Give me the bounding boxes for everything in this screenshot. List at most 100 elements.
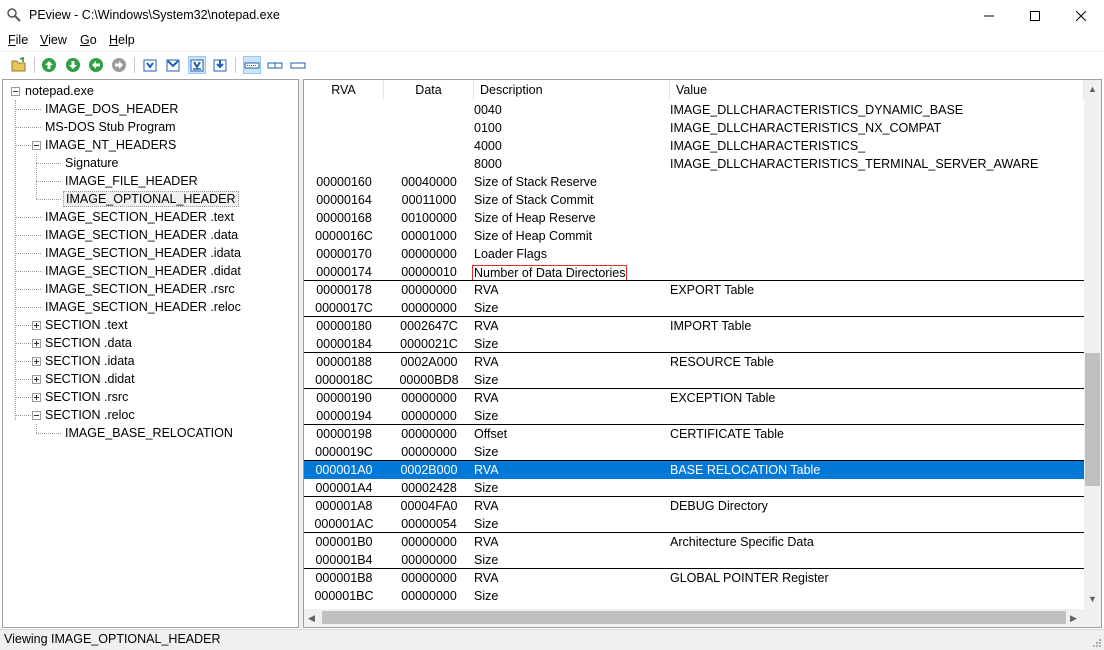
cell-data: 00002428 xyxy=(401,481,457,495)
view-dword-button[interactable] xyxy=(188,56,206,74)
horizontal-scrollbar[interactable]: ◀ ▶ xyxy=(304,609,1084,627)
raw-view-button[interactable] xyxy=(289,56,307,74)
tree-node[interactable]: MS-DOS Stub Program xyxy=(43,118,178,136)
tree-node[interactable]: IMAGE_DOS_HEADER xyxy=(43,100,180,118)
menu-go[interactable]: Go xyxy=(80,33,97,47)
cell-value: IMAGE_DLLCHARACTERISTICS_ xyxy=(670,139,866,153)
table-row[interactable]: 000001A4 00002428 Size xyxy=(304,479,1084,497)
table-row[interactable]: 4000 IMAGE_DLLCHARACTERISTICS_ xyxy=(304,137,1084,155)
table-row[interactable]: 00000198 00000000 Offset CERTIFICATE Table xyxy=(304,425,1084,443)
list-view-button[interactable] xyxy=(243,56,261,74)
menu-help[interactable]: Help xyxy=(109,33,135,47)
horizontal-scroll-thumb[interactable] xyxy=(322,611,1066,624)
column-header-data[interactable]: Data xyxy=(384,80,474,100)
cell-data: 00000BD8 xyxy=(399,373,459,387)
tree-node[interactable]: IMAGE_SECTION_HEADER .didat xyxy=(43,262,243,280)
scroll-left-arrow-icon[interactable]: ◀ xyxy=(308,613,315,623)
menu-file[interactable]: File xyxy=(8,33,28,47)
scroll-right-arrow-icon[interactable]: ▶ xyxy=(1070,613,1077,623)
cell-value: Architecture Specific Data xyxy=(670,535,814,549)
tree-pane[interactable]: notepad.exe IMAGE_DOS_HEADER MS-DOS Stub P… xyxy=(2,79,299,628)
tree-expand-icon[interactable] xyxy=(32,393,41,402)
table-row[interactable]: 000001B0 00000000 RVA Architecture Specific… xyxy=(304,533,1084,551)
tree-node[interactable]: Signature xyxy=(63,154,121,172)
tree-node[interactable]: SECTION .rsrc xyxy=(43,388,130,406)
tree-node[interactable]: IMAGE_OPTIONAL_HEADER xyxy=(63,190,239,208)
table-row[interactable]: 0000017C 00000000 Size xyxy=(304,299,1084,317)
column-header-value[interactable]: Value xyxy=(670,80,1084,100)
tree-node-label: IMAGE_SECTION_HEADER .rsrc xyxy=(45,282,235,296)
minimize-button[interactable] xyxy=(966,0,1012,31)
tree-expand-icon[interactable] xyxy=(32,357,41,366)
tree-node[interactable]: SECTION .text xyxy=(43,316,130,334)
tree-node[interactable]: IMAGE_FILE_HEADER xyxy=(63,172,200,190)
table-row[interactable]: 000001BC 00000000 Size xyxy=(304,587,1084,605)
column-header-rva[interactable]: RVA xyxy=(304,80,384,100)
back-button[interactable] xyxy=(87,56,105,74)
forward-button[interactable] xyxy=(110,56,128,74)
tree-connector xyxy=(15,271,41,272)
open-button[interactable] xyxy=(10,56,28,74)
table-row[interactable]: 00000178 00000000 RVA EXPORT Table xyxy=(304,281,1084,299)
tree-node[interactable]: IMAGE_SECTION_HEADER .idata xyxy=(43,244,243,262)
close-button[interactable] xyxy=(1058,0,1104,31)
menu-view[interactable]: View xyxy=(40,33,67,47)
table-row[interactable]: 000001A0 0002B000 RVA BASE RELOCATION Table xyxy=(304,461,1084,479)
view-word-button[interactable] xyxy=(164,56,182,74)
table-row[interactable]: 0000018C 00000BD8 Size xyxy=(304,371,1084,389)
tree-node[interactable]: IMAGE_SECTION_HEADER .rsrc xyxy=(43,280,237,298)
vertical-scroll-thumb[interactable] xyxy=(1085,353,1100,486)
cell-value: IMAGE_DLLCHARACTERISTICS_DYNAMIC_BASE xyxy=(670,103,964,117)
view-qword-button[interactable] xyxy=(211,56,229,74)
table-row[interactable]: 0100 IMAGE_DLLCHARACTERISTICS_NX_COMPAT xyxy=(304,119,1084,137)
table-row[interactable]: 00000194 00000000 Size xyxy=(304,407,1084,425)
resize-grip-icon[interactable] xyxy=(1092,638,1102,648)
table-row[interactable]: 00000188 0002A000 RVA RESOURCE Table xyxy=(304,353,1084,371)
table-row[interactable]: 00000184 0000021C Size xyxy=(304,335,1084,353)
vertical-scrollbar[interactable]: ▲ ▼ xyxy=(1084,80,1101,609)
table-row[interactable]: 00000190 00000000 RVA EXCEPTION Table xyxy=(304,389,1084,407)
tree-connector xyxy=(15,307,41,308)
tree-node[interactable]: IMAGE_SECTION_HEADER .text xyxy=(43,208,236,226)
table-row[interactable]: 0000019C 00000000 Size xyxy=(304,443,1084,461)
table-row[interactable]: 00000174 00000010 Number of Data Directori… xyxy=(304,263,1084,281)
scroll-down-arrow-icon[interactable]: ▼ xyxy=(1088,594,1097,604)
table-row[interactable]: 00000180 0002647C RVA IMPORT Table xyxy=(304,317,1084,335)
up-button[interactable] xyxy=(40,56,58,74)
tree-node[interactable]: notepad.exe xyxy=(23,82,96,100)
view-byte-button[interactable] xyxy=(141,56,159,74)
tree-node[interactable]: SECTION .idata xyxy=(43,352,137,370)
tree-node[interactable]: SECTION .reloc xyxy=(43,406,137,424)
tree-node[interactable]: IMAGE_SECTION_HEADER .reloc xyxy=(43,298,243,316)
table-row[interactable]: 00000164 00011000 Size of Stack Commit xyxy=(304,191,1084,209)
table-row[interactable]: 00000170 00000000 Loader Flags xyxy=(304,245,1084,263)
cell-value: CERTIFICATE Table xyxy=(670,427,784,441)
tree-node[interactable]: IMAGE_BASE_RELOCATION xyxy=(63,424,235,442)
cell-value: EXPORT Table xyxy=(670,283,755,297)
down-button[interactable] xyxy=(64,56,82,74)
table-row[interactable]: 000001A8 00004FA0 RVA DEBUG Directory xyxy=(304,497,1084,515)
tree-expand-icon[interactable] xyxy=(32,321,41,330)
tree-node[interactable]: SECTION .data xyxy=(43,334,134,352)
tree-node[interactable]: IMAGE_NT_HEADERS xyxy=(43,136,178,154)
table-row[interactable]: 0000016C 00001000 Size of Heap Commit xyxy=(304,227,1084,245)
table-row[interactable]: 00000168 00100000 Size of Heap Reserve xyxy=(304,209,1084,227)
table-row[interactable]: 00000160 00040000 Size of Stack Reserve xyxy=(304,173,1084,191)
column-header-description[interactable]: Description xyxy=(474,80,670,100)
table-row[interactable]: 000001B8 00000000 RVA GLOBAL POINTER Regist… xyxy=(304,569,1084,587)
tree-node[interactable]: IMAGE_SECTION_HEADER .data xyxy=(43,226,240,244)
tree-node[interactable]: SECTION .didat xyxy=(43,370,137,388)
scroll-up-arrow-icon[interactable]: ▲ xyxy=(1088,84,1097,94)
tree-expand-icon[interactable] xyxy=(32,375,41,384)
maximize-button[interactable] xyxy=(1012,0,1058,31)
table-row[interactable]: 000001AC 00000054 Size xyxy=(304,515,1084,533)
table-row[interactable]: 0040 IMAGE_DLLCHARACTERISTICS_DYNAMIC_BAS… xyxy=(304,101,1084,119)
tree-collapse-icon[interactable] xyxy=(11,87,20,96)
tree-collapse-icon[interactable] xyxy=(32,141,41,150)
hex-view-button[interactable] xyxy=(266,56,284,74)
table-row[interactable]: 000001B4 00000000 Size xyxy=(304,551,1084,569)
tree-collapse-icon[interactable] xyxy=(32,411,41,420)
table-row[interactable]: 8000 IMAGE_DLLCHARACTERISTICS_TERMINAL_SE… xyxy=(304,155,1084,173)
list-pane[interactable]: RVA Data Description Value 0040 IMAGE_DLL… xyxy=(303,79,1102,628)
tree-expand-icon[interactable] xyxy=(32,339,41,348)
